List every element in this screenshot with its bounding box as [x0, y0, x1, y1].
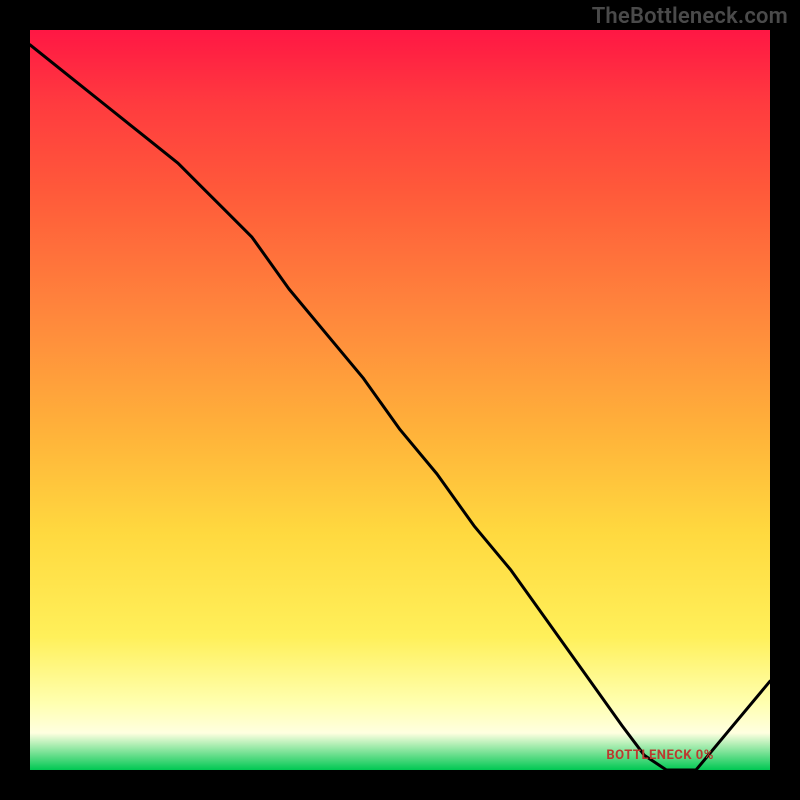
- optimal-point-label: BOTTLENECK 0%: [606, 748, 713, 763]
- watermark-label: TheBottleneck.com: [592, 4, 788, 29]
- bottleneck-curve: [30, 45, 770, 770]
- chart-frame: TheBottleneck.com BOTTLENECK 0%: [0, 0, 800, 800]
- curve-svg: [30, 30, 770, 770]
- plot-area: BOTTLENECK 0%: [30, 30, 770, 770]
